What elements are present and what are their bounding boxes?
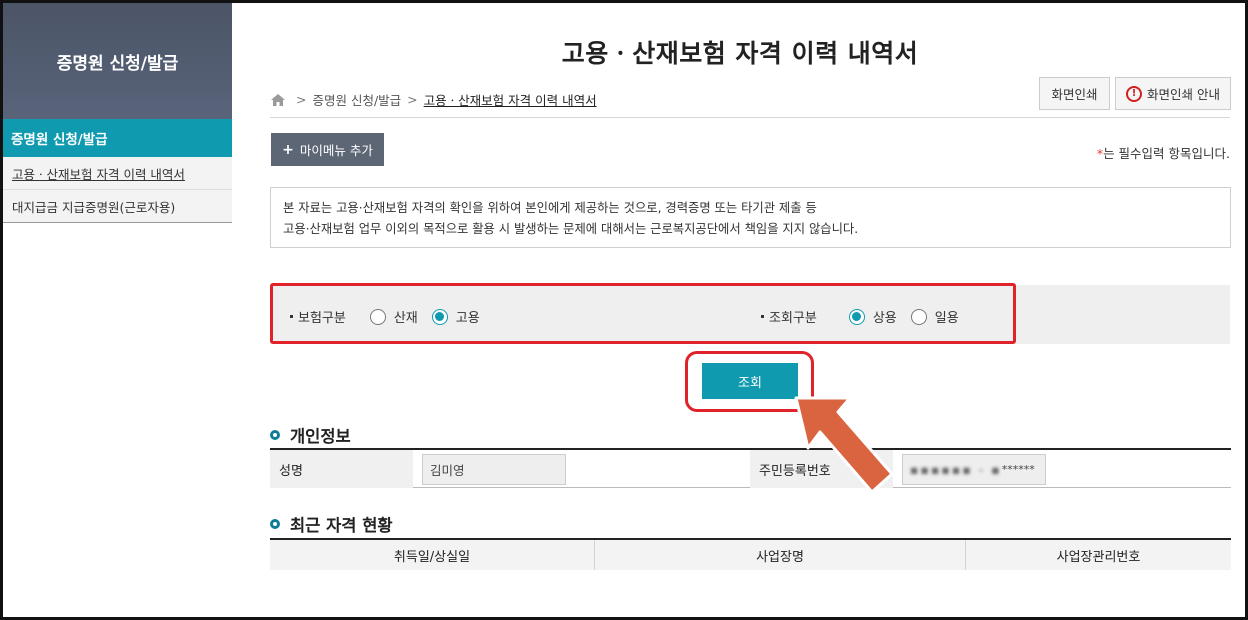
column-header: 취득일/상실일 [270, 540, 595, 570]
sidebar-title: 증명원 신청/발급 [3, 3, 232, 119]
radio-daily[interactable] [910, 308, 927, 325]
search-button[interactable]: 조회 [702, 363, 798, 399]
insurance-type-label: 보험구분 [298, 311, 346, 326]
personal-info-table: 성명 김미영 주민등록번호 ▪▪▪▪▪▪ - ▪ ****** [270, 448, 1231, 488]
bullet-icon [761, 315, 764, 318]
radio-label[interactable]: 일용 [935, 307, 959, 326]
circle-bullet-icon [270, 430, 280, 440]
history-title: 최근 자격 현황 [290, 516, 393, 535]
sidebar: 증명원 신청/발급 증명원 신청/발급 고용ㆍ산재보험 자격 이력 내역서 대지… [3, 3, 232, 617]
radio-regular[interactable] [848, 308, 865, 325]
sidebar-item-payment-certificate[interactable]: 대지급금 지급증명원(근로자용) [3, 190, 232, 223]
history-heading: 최근 자격 현황 [270, 512, 393, 536]
history-table: 취득일/상실일 사업장명 사업장관리번호 [270, 538, 1231, 570]
personal-info-heading: 개인정보 [270, 423, 351, 447]
name-field: 김미영 [422, 454, 566, 485]
breadcrumb-current[interactable]: 고용ㆍ산재보험 자격 이력 내역서 [424, 90, 597, 109]
radio-industrial-accident[interactable] [369, 308, 386, 325]
query-type-label: 조회구분 [769, 311, 817, 326]
column-header: 사업장명 [595, 540, 966, 570]
rrn-value: ****** [1001, 463, 1035, 476]
add-mymenu-button[interactable]: + 마이메뉴 추가 [271, 133, 384, 166]
personal-info-title: 개인정보 [290, 427, 351, 446]
home-icon[interactable] [270, 93, 286, 107]
print-guide-button[interactable]: ! 화면인쇄 안내 [1115, 77, 1231, 110]
sidebar-item-qualification-history[interactable]: 고용ㆍ산재보험 자격 이력 내역서 [3, 157, 232, 190]
rrn-field: ▪▪▪▪▪▪ - ▪ ****** [902, 454, 1046, 485]
breadcrumb-item[interactable]: 증명원 신청/발급 [312, 90, 401, 109]
insurance-type-field: 보험구분 산재 고용 [290, 307, 494, 326]
sidebar-section-active[interactable]: 증명원 신청/발급 [3, 119, 232, 157]
query-type-field: 조회구분 상용 일용 [761, 307, 973, 326]
notice-line: 본 자료는 고용·산재보험 자격의 확인을 위하여 본인에게 제공하는 것으로,… [283, 201, 817, 215]
chevron-right-icon: > [407, 92, 418, 107]
chevron-right-icon: > [296, 92, 307, 107]
radio-employment[interactable] [431, 308, 448, 325]
plus-icon: + [282, 141, 294, 158]
add-mymenu-label: 마이메뉴 추가 [299, 143, 373, 158]
breadcrumb: > 증명원 신청/발급 > 고용ㆍ산재보험 자격 이력 내역서 [270, 90, 597, 109]
required-note-text: 는 필수입력 항목입니다. [1103, 146, 1230, 161]
rrn-label: 주민등록번호 [750, 450, 893, 488]
column-header: 사업장관리번호 [966, 540, 1231, 570]
name-label: 성명 [270, 450, 413, 488]
bullet-icon [290, 315, 293, 318]
required-note: *는 필수입력 항목입니다. [1097, 143, 1230, 162]
rrn-masked-digits: ▪▪▪▪▪▪ - ▪ [910, 462, 1002, 477]
print-guide-label: 화면인쇄 안내 [1147, 87, 1220, 102]
breadcrumb-divider [270, 117, 1230, 118]
notice-line: 고용·산재보험 업무 이외의 목적으로 활용 시 발생하는 문제에 대해서는 근… [283, 222, 859, 236]
notice-box: 본 자료는 고용·산재보험 자격의 확인을 위하여 본인에게 제공하는 것으로,… [270, 187, 1231, 248]
alert-circle-icon: ! [1126, 85, 1142, 102]
radio-label[interactable]: 상용 [873, 307, 897, 326]
circle-bullet-icon [270, 519, 280, 529]
print-button[interactable]: 화면인쇄 [1039, 77, 1110, 110]
radio-label[interactable]: 고용 [456, 307, 480, 326]
radio-label[interactable]: 산재 [394, 307, 418, 326]
page-title: 고용ㆍ산재보험 자격 이력 내역서 [561, 39, 919, 68]
